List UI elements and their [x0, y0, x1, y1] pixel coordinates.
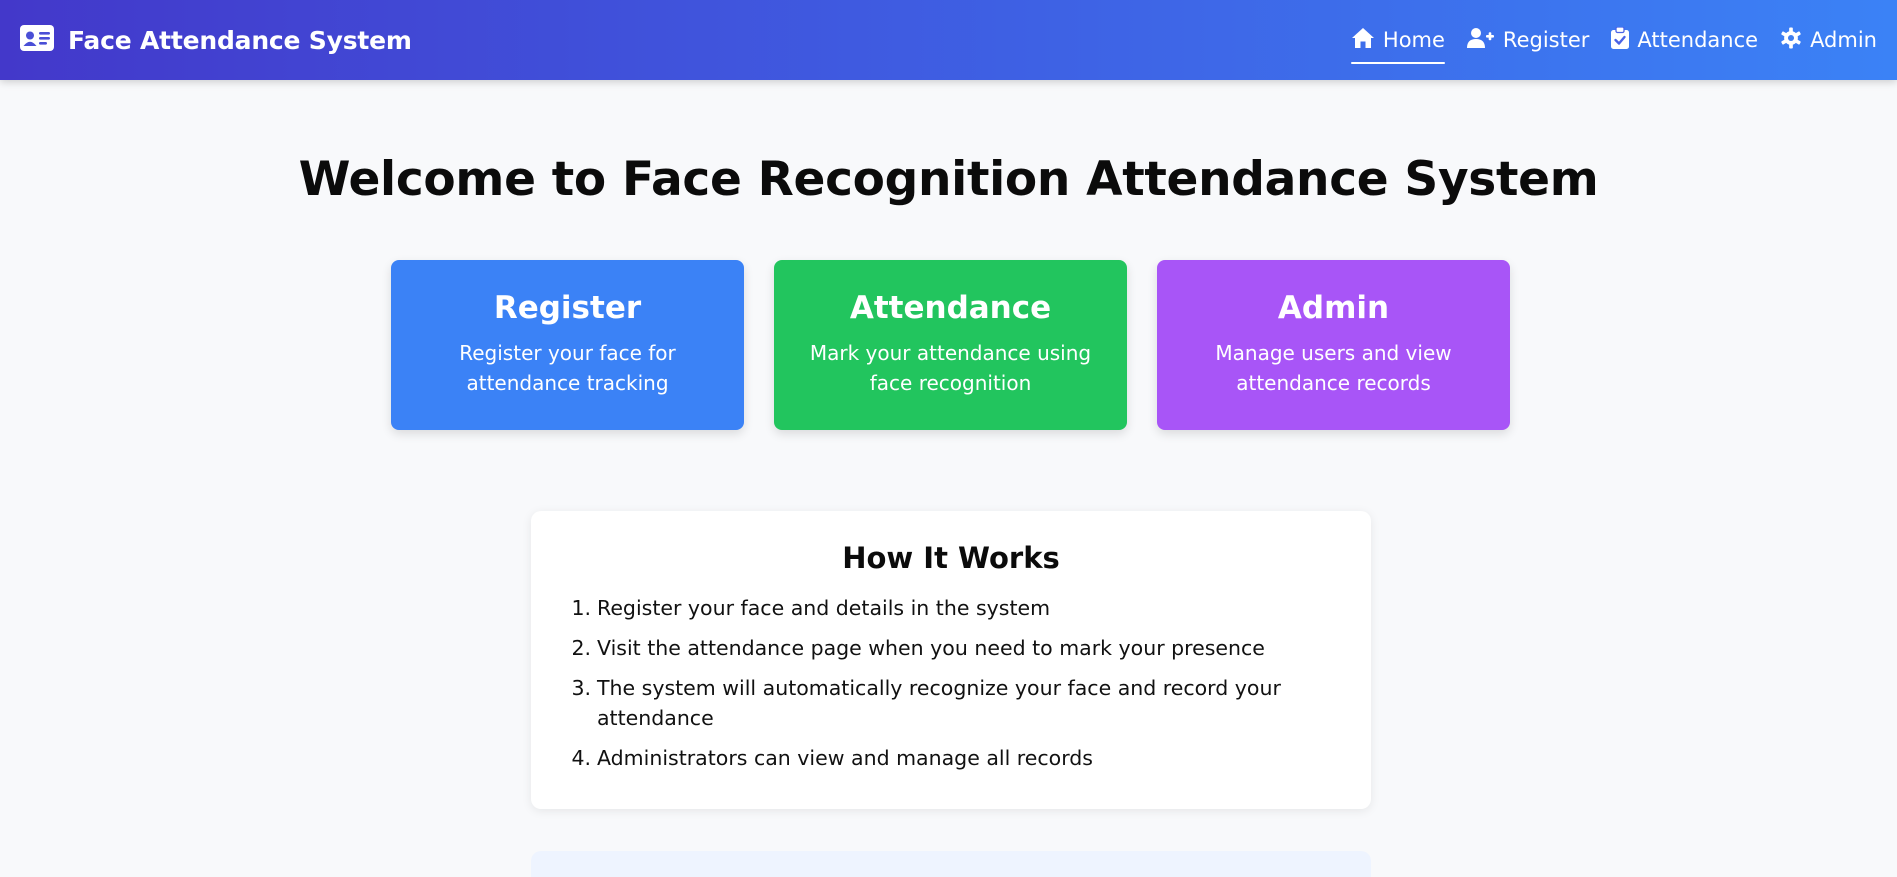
card-title: Admin — [1277, 290, 1390, 326]
nav-link-label: Register — [1502, 28, 1590, 52]
card-description: Mark your attendance using face recognit… — [809, 341, 1092, 395]
nav-link-label: Attendance — [1637, 28, 1759, 52]
top-navbar: Face Attendance System Home Register Att… — [0, 0, 1897, 80]
nav-link-label: Home — [1382, 28, 1445, 52]
nav-link-home[interactable]: Home — [1350, 0, 1445, 80]
how-it-works-steps: 1. Register your face and details in the… — [571, 593, 1331, 773]
step-text: Administrators can view and manage all r… — [597, 746, 1093, 770]
list-item: 1. Register your face and details in the… — [571, 593, 1331, 623]
step-number: 2. — [571, 636, 591, 660]
gear-icon — [1780, 26, 1802, 54]
step-number: 3. — [571, 676, 591, 700]
user-plus-icon — [1466, 27, 1495, 54]
list-item: 4. Administrators can view and manage al… — [571, 743, 1331, 773]
card-title: Attendance — [849, 290, 1052, 326]
step-number: 1. — [571, 596, 591, 620]
how-it-works-panel: How It Works 1. Register your face and d… — [531, 511, 1371, 809]
list-item: 3. The system will automatically recogni… — [571, 673, 1331, 733]
brand-title: Face Attendance System — [68, 25, 412, 55]
attendance-card[interactable]: Attendance Mark your attendance using fa… — [774, 260, 1127, 430]
step-text: Visit the attendance page when you need … — [597, 636, 1265, 660]
nav-link-attendance[interactable]: Attendance — [1611, 0, 1758, 80]
step-text: The system will automatically recognize … — [597, 676, 1281, 730]
step-number: 4. — [571, 746, 591, 770]
list-item: 2. Visit the attendance page when you ne… — [571, 633, 1331, 663]
admin-card[interactable]: Admin Manage users and view attendance r… — [1157, 260, 1510, 430]
nav-link-register[interactable]: Register — [1466, 0, 1590, 80]
home-icon — [1351, 27, 1375, 54]
card-description: Register your face for attendance tracki… — [459, 341, 676, 395]
nav-link-admin[interactable]: Admin — [1780, 0, 1877, 80]
step-text: Register your face and details in the sy… — [597, 596, 1051, 620]
register-card[interactable]: Register Register your face for attendan… — [391, 260, 744, 430]
lower-info-panel — [531, 851, 1371, 877]
card-description: Manage users and view attendance records — [1215, 341, 1452, 395]
page-title: Welcome to Face Recognition Attendance S… — [298, 152, 1599, 207]
nav-link-label: Admin — [1810, 28, 1877, 52]
feature-cards: Register Register your face for attendan… — [391, 260, 1510, 430]
card-title: Register — [493, 290, 642, 326]
id-card-icon — [20, 25, 54, 55]
brand-link[interactable]: Face Attendance System — [20, 25, 412, 55]
how-it-works-title: How It Works — [842, 541, 1060, 575]
nav-links: Home Register Attendance Admin — [1350, 0, 1877, 80]
clipboard-check-icon — [1611, 25, 1630, 54]
